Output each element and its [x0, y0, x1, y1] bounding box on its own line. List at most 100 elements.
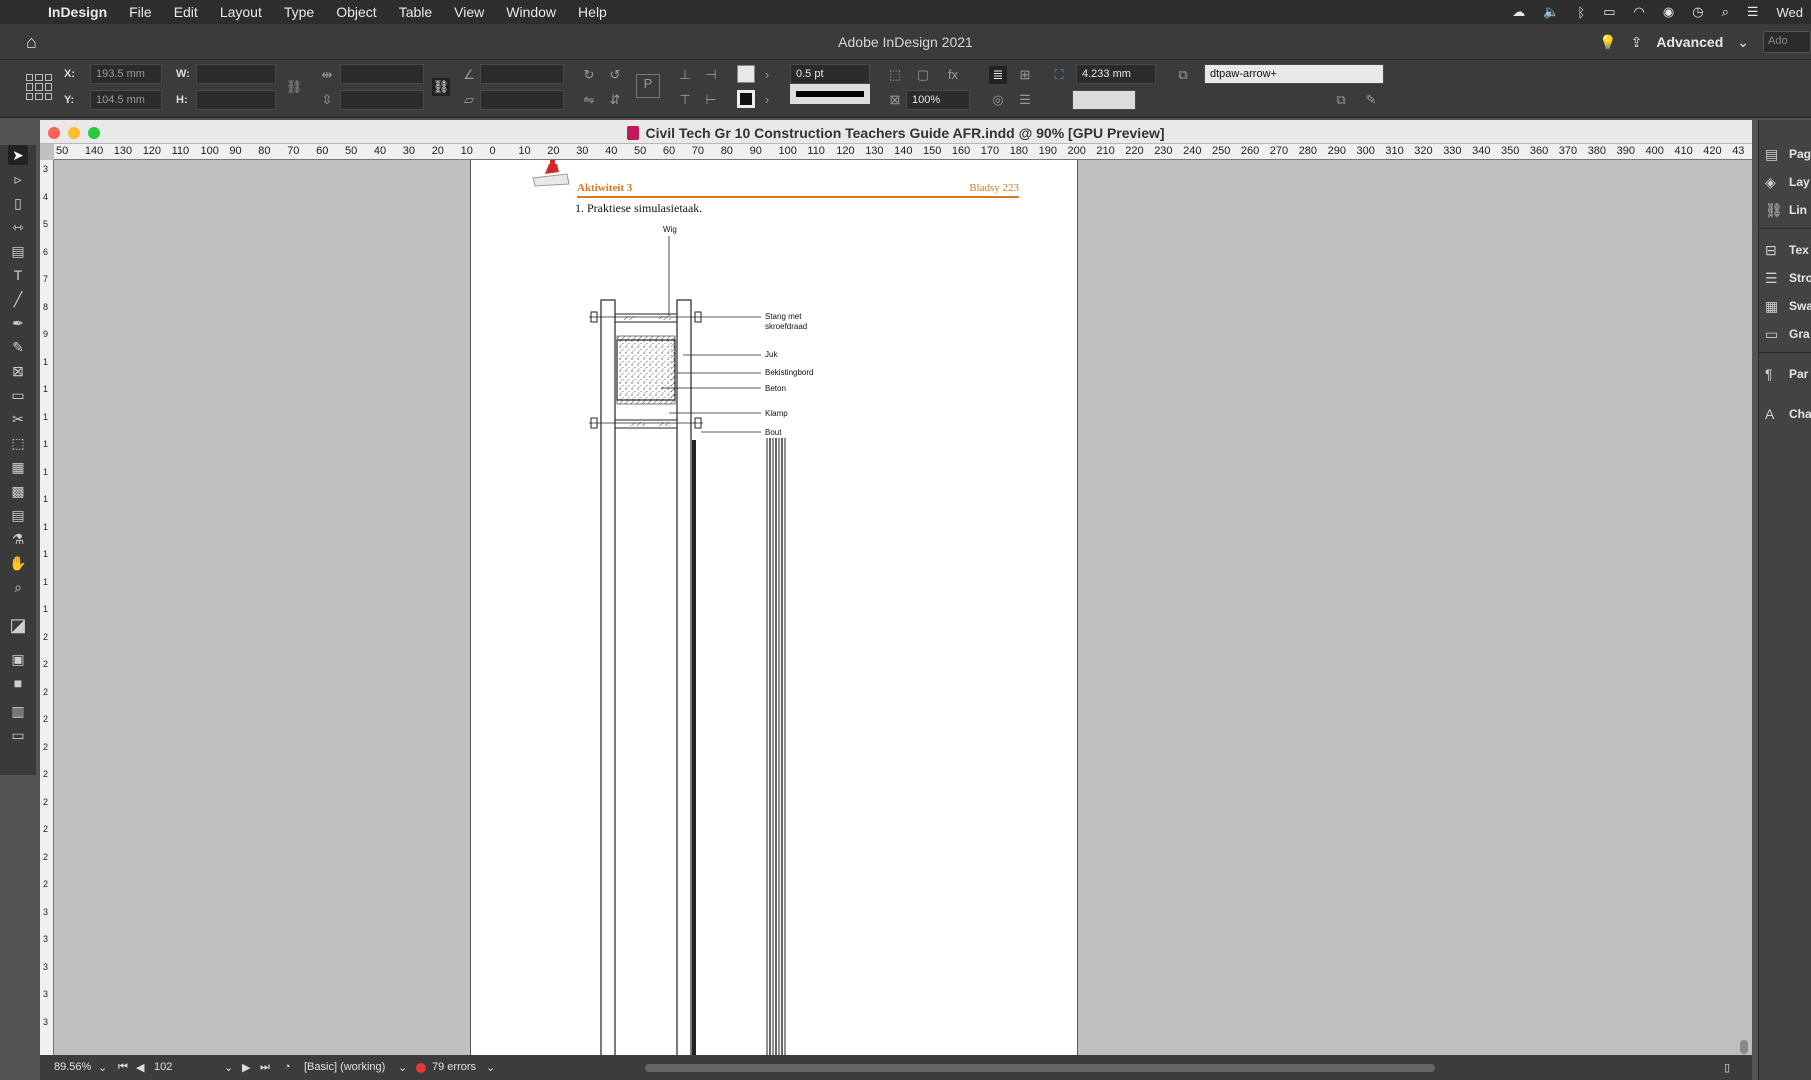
last-page-icon[interactable]: ⏭: [260, 1061, 270, 1074]
document-page[interactable]: Aktiwiteit 3 Bladsy 223 1. Praktiese sim…: [470, 160, 1078, 1055]
effects-fx-icon[interactable]: fx: [944, 66, 962, 84]
gradient-tool-icon[interactable]: ▦: [8, 457, 28, 477]
horizontal-ruler[interactable]: 50 140 130 120 110 100 90 80 70 60 50 40 30 20 10 0 10 20…: [54, 144, 1752, 160]
drop-shadow-box-icon[interactable]: ⬚: [886, 66, 904, 84]
page-menu-icon[interactable]: ⌄: [224, 1061, 233, 1074]
scale-x-field[interactable]: [340, 64, 424, 84]
fill-swatch[interactable]: [737, 65, 755, 83]
lightbulb-icon[interactable]: 💡: [1599, 34, 1616, 51]
y-field[interactable]: 104.5 mm: [90, 90, 162, 110]
panel-gradient[interactable]: ▭ Gra: [1765, 324, 1810, 344]
paragraph-icon[interactable]: P: [636, 74, 660, 98]
text-wrap-jump-icon[interactable]: ☰: [1016, 91, 1034, 109]
menu-window[interactable]: Window: [506, 4, 556, 20]
errors-menu-icon[interactable]: ⌄: [486, 1061, 495, 1074]
menu-layout[interactable]: Layout: [220, 4, 262, 20]
rectangle-tool-icon[interactable]: ▭: [8, 385, 28, 405]
vertical-ruler[interactable]: 3 4 5 6 7 8 9 1 1 1 1 1 1 1 1 1 1 2 2 2 2 2 2 2 2 2 2 3 3 3 3 3: [40, 160, 54, 1055]
line-tool-icon[interactable]: ╱: [8, 289, 28, 309]
select-content-icon[interactable]: ⊤: [676, 91, 694, 109]
menu-file[interactable]: File: [129, 4, 152, 20]
h-field[interactable]: [196, 90, 276, 110]
stroke-swatch[interactable]: [737, 90, 755, 108]
fill-stroke-swatch-icon[interactable]: ◪: [8, 615, 28, 635]
formatting-container-icon[interactable]: ▣: [8, 649, 28, 669]
shear-angle-icon[interactable]: ▱: [460, 91, 478, 109]
free-transform-tool-icon[interactable]: ⬚: [8, 433, 28, 453]
page-tool-icon[interactable]: ▯: [8, 193, 28, 213]
panel-text-wrap[interactable]: ⊟ Tex: [1765, 240, 1809, 260]
scale-y-field[interactable]: [340, 90, 424, 110]
panel-character-styles[interactable]: A Cha: [1765, 404, 1811, 424]
panel-toggle-icon[interactable]: ▯: [1724, 1061, 1730, 1074]
scale-y-icon[interactable]: ⇳: [318, 91, 336, 109]
menu-app-name[interactable]: InDesign: [48, 4, 107, 20]
constrain-proportions-icon[interactable]: ⛓: [285, 78, 303, 96]
clock[interactable]: Wed: [1777, 5, 1804, 20]
flip-vertical-icon[interactable]: ⇵: [606, 91, 624, 109]
panel-paragraph-styles[interactable]: ¶ Par: [1765, 364, 1808, 384]
type-tool-icon[interactable]: T: [8, 265, 28, 285]
gradient-feather-tool-icon[interactable]: ▩: [8, 481, 28, 501]
object-style-icon[interactable]: ⧉: [1174, 66, 1192, 84]
pen-tool-icon[interactable]: ✒: [8, 313, 28, 333]
user-icon[interactable]: ◉: [1663, 4, 1674, 20]
select-container-icon[interactable]: ⊥: [676, 66, 694, 84]
menu-view[interactable]: View: [454, 4, 484, 20]
menu-edit[interactable]: Edit: [174, 4, 198, 20]
spacing-field[interactable]: 4.233 mm: [1076, 64, 1156, 84]
preflight-icon[interactable]: ◔: [284, 1061, 291, 1073]
shear-field[interactable]: [480, 90, 564, 110]
vertical-scrollbar[interactable]: [1736, 160, 1752, 1055]
panel-stroke[interactable]: ☰ Stro: [1765, 268, 1811, 288]
bluetooth-icon[interactable]: ᛒ: [1577, 5, 1585, 20]
menu-help[interactable]: Help: [578, 4, 607, 20]
profile-menu-icon[interactable]: ⌄: [398, 1061, 407, 1074]
time-machine-icon[interactable]: ◷: [1692, 4, 1703, 20]
text-wrap-bbox-icon[interactable]: ⊞: [1016, 66, 1034, 84]
edit-style-icon[interactable]: ✎: [1362, 91, 1380, 109]
shadow-icon[interactable]: ▢: [914, 66, 932, 84]
wifi-icon[interactable]: ◠: [1634, 4, 1645, 20]
first-page-icon[interactable]: ⏮: [118, 1061, 128, 1074]
object-style-select[interactable]: dtpaw-arrow+: [1204, 64, 1384, 84]
next-page-icon[interactable]: ▶: [242, 1061, 250, 1074]
preflight-errors[interactable]: 79 errors: [432, 1061, 476, 1073]
clear-overrides-icon[interactable]: ⧉: [1332, 91, 1350, 109]
x-field[interactable]: 193.5 mm: [90, 64, 162, 84]
w-field[interactable]: [196, 64, 276, 84]
select-previous-icon[interactable]: ⊣: [702, 66, 720, 84]
stroke-type-select[interactable]: [790, 84, 870, 104]
creative-cloud-icon[interactable]: ☁: [1512, 4, 1525, 20]
rectangle-frame-tool-icon[interactable]: ⊠: [8, 361, 28, 381]
pasteboard[interactable]: Aktiwiteit 3 Bladsy 223 1. Praktiese sim…: [54, 160, 1736, 1055]
link-scale-icon[interactable]: ⛓: [432, 78, 450, 96]
stroke-weight-field[interactable]: 0.5 pt: [790, 64, 870, 84]
fill-menu-icon[interactable]: ›: [758, 66, 776, 84]
gap-tool-icon[interactable]: ⇿: [8, 217, 28, 237]
opacity-field[interactable]: 100%: [906, 90, 970, 110]
select-next-icon[interactable]: ⊢: [702, 91, 720, 109]
previous-page-icon[interactable]: ◀: [136, 1061, 144, 1074]
menu-object[interactable]: Object: [336, 4, 376, 20]
zoom-menu-icon[interactable]: ⌄: [98, 1061, 107, 1074]
battery-icon[interactable]: ▭: [1603, 4, 1615, 20]
chevron-down-icon[interactable]: ⌄: [1737, 34, 1749, 51]
eyedropper-tool-icon[interactable]: ⚗: [8, 529, 28, 549]
panel-swatches[interactable]: ▦ Swa: [1765, 296, 1811, 316]
rotate-field[interactable]: [480, 64, 564, 84]
panel-layers[interactable]: ◈ Lay: [1765, 172, 1810, 192]
scale-x-icon[interactable]: ⇹: [318, 66, 336, 84]
hand-tool-icon[interactable]: ✋: [8, 553, 28, 573]
stroke-style-preview[interactable]: [1072, 90, 1136, 110]
zoom-level[interactable]: 89.56%: [54, 1061, 91, 1073]
horizontal-scrollbar[interactable]: [645, 1064, 1435, 1072]
rotate-ccw-icon[interactable]: ↺: [606, 66, 624, 84]
scissors-tool-icon[interactable]: ✂: [8, 409, 28, 429]
direct-selection-tool-icon[interactable]: ▹: [8, 169, 28, 189]
volume-icon[interactable]: 🔈: [1543, 4, 1559, 20]
opacity-icon[interactable]: ⊠: [886, 91, 904, 109]
note-tool-icon[interactable]: ▤: [8, 505, 28, 525]
spotlight-icon[interactable]: ⌕: [1722, 4, 1729, 20]
rotate-cw-icon[interactable]: ↻: [580, 66, 598, 84]
